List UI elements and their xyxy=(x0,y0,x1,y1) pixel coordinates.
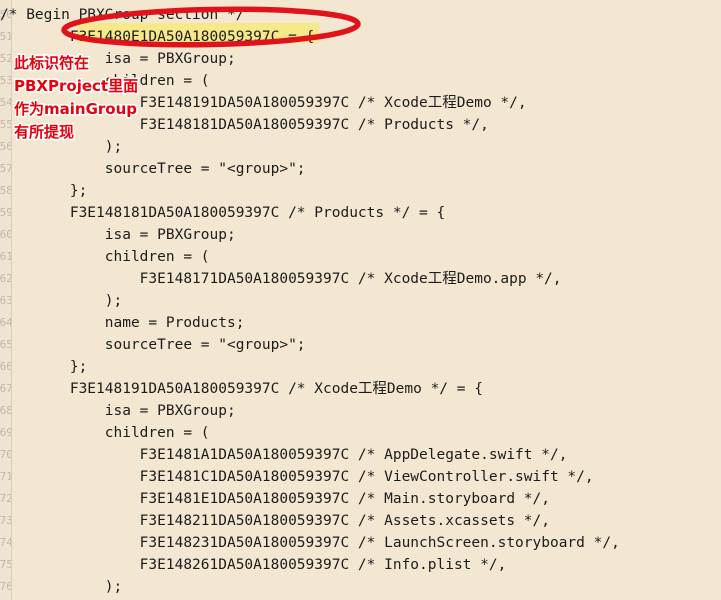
chinese-note-annotation: 此标识符在 PBXProject里面 作为mainGroup 有所提现 xyxy=(14,52,154,144)
code-viewer: 1501511521531541551561571581591601611621… xyxy=(0,0,721,600)
code-line: ); xyxy=(0,579,123,595)
code-line: ); xyxy=(0,293,123,309)
code-line: isa = PBXGroup; xyxy=(0,403,236,419)
code-line: F3E148181DA50A180059397C /* Products */ … xyxy=(0,205,446,221)
note-line: PBXProject里面 xyxy=(14,77,139,95)
code-line: F3E148261DA50A180059397C /* Info.plist *… xyxy=(0,557,507,573)
code-line: F3E148211DA50A180059397C /* Assets.xcass… xyxy=(0,513,550,529)
code-line: isa = PBXGroup; xyxy=(0,227,236,243)
note-line: 有所提现 xyxy=(14,123,75,141)
code-line: F3E1480E1DA50A180059397C = { xyxy=(0,29,315,45)
code-line: }; xyxy=(0,359,88,375)
note-line: 此标识符在 xyxy=(14,54,90,72)
code-line: }; xyxy=(0,183,88,199)
code-line: children = ( xyxy=(0,425,210,441)
code-line: sourceTree = "<group>"; xyxy=(0,161,306,177)
code-line: sourceTree = "<group>"; xyxy=(0,337,306,353)
code-line: children = ( xyxy=(0,249,210,265)
code-line: F3E1481A1DA50A180059397C /* AppDelegate.… xyxy=(0,447,568,463)
code-line: /* Begin PBXGroup section */ xyxy=(0,7,245,23)
code-line: name = Products; xyxy=(0,315,245,331)
code-line: F3E148231DA50A180059397C /* LaunchScreen… xyxy=(0,535,620,551)
code-line: F3E1481E1DA50A180059397C /* Main.storybo… xyxy=(0,491,550,507)
code-line: F3E148171DA50A180059397C /* Xcode工程Demo.… xyxy=(0,271,562,287)
note-line: 作为mainGroup xyxy=(14,100,138,118)
code-line: F3E1481C1DA50A180059397C /* ViewControll… xyxy=(0,469,594,485)
code-line: F3E148191DA50A180059397C /* Xcode工程Demo … xyxy=(0,381,483,397)
